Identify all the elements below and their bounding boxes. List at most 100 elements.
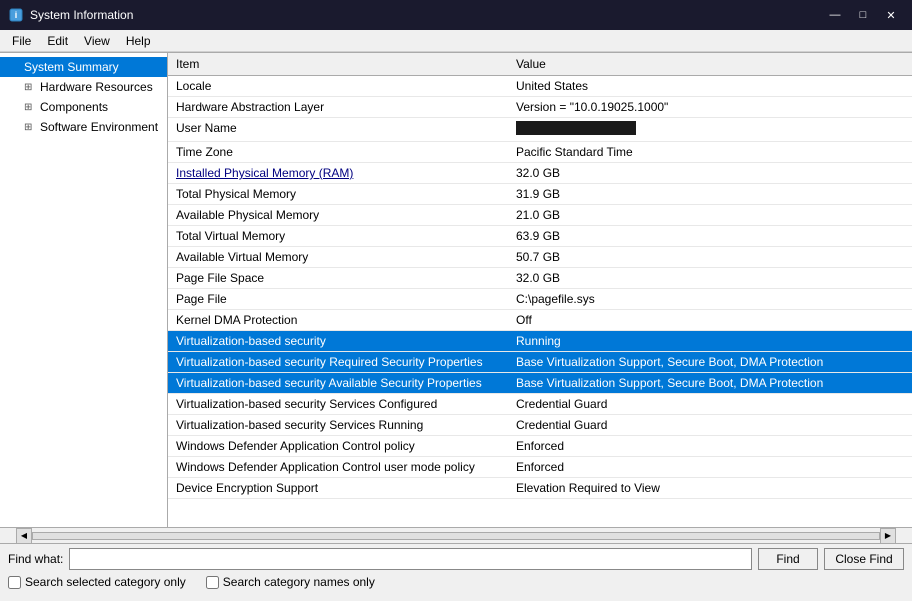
table-row[interactable]: Page FileC:\pagefile.sys [168,289,912,310]
table-row[interactable]: Available Physical Memory21.0 GB [168,205,912,226]
checkbox-search-selected-label: Search selected category only [25,575,186,589]
menu-help[interactable]: Help [118,32,159,50]
find-row: Find what: Find Close Find [8,548,904,570]
table-cell-item: Total Physical Memory [168,184,508,205]
data-table: Item Value LocaleUnited StatesHardware A… [168,53,912,499]
table-row[interactable]: Kernel DMA ProtectionOff [168,310,912,331]
table-cell-value: Credential Guard [508,415,912,436]
table-row[interactable]: Windows Defender Application Control use… [168,457,912,478]
table-cell-item: Virtualization-based security Services R… [168,415,508,436]
table-cell-value: Enforced [508,436,912,457]
horizontal-scrollbar[interactable]: ◀ ▶ [0,527,912,543]
checkbox-search-selected-input[interactable] [8,576,21,589]
tree-label-software-environment: Software Environment [40,120,158,134]
table-cell-value: Enforced [508,457,912,478]
find-input[interactable] [69,548,752,570]
table-cell-value: 50.7 GB [508,247,912,268]
table-cell-value: United States [508,76,912,97]
find-button[interactable]: Find [758,548,818,570]
table-row[interactable]: Device Encryption SupportElevation Requi… [168,478,912,499]
table-row[interactable]: Page File Space32.0 GB [168,268,912,289]
table-cell-item: Device Encryption Support [168,478,508,499]
maximize-button[interactable]: □ [850,5,876,25]
redacted-value [516,121,636,135]
table-cell-item: User Name [168,118,508,142]
menu-view[interactable]: View [76,32,118,50]
scroll-left-button[interactable]: ◀ [16,528,32,544]
table-row[interactable]: Available Virtual Memory50.7 GB [168,247,912,268]
menu-bar: File Edit View Help [0,30,912,52]
table-row[interactable]: Virtualization-based security Required S… [168,352,912,373]
table-cell-value: 32.0 GB [508,268,912,289]
expander-software-environment: ⊞ [24,122,40,133]
checkbox-search-category-names-label: Search category names only [223,575,375,589]
main-content: System Summary ⊞ Hardware Resources ⊞ Co… [0,52,912,527]
table-row[interactable]: Virtualization-based securityRunning [168,331,912,352]
minimize-button[interactable]: — [822,5,848,25]
table-row[interactable]: Total Virtual Memory63.9 GB [168,226,912,247]
column-header-item: Item [168,53,508,76]
table-cell-item: Available Virtual Memory [168,247,508,268]
tree-label-components: Components [40,100,108,114]
table-cell-item: Time Zone [168,142,508,163]
table-cell-value: Base Virtualization Support, Secure Boot… [508,373,912,394]
table-cell-item: Hardware Abstraction Layer [168,97,508,118]
scroll-right-button[interactable]: ▶ [880,528,896,544]
menu-edit[interactable]: Edit [39,32,76,50]
table-cell-item: Virtualization-based security Available … [168,373,508,394]
expander-components: ⊞ [24,102,40,113]
table-row[interactable]: Virtualization-based security Services R… [168,415,912,436]
table-row[interactable]: Time ZonePacific Standard Time [168,142,912,163]
tree-item-system-summary[interactable]: System Summary [0,57,167,77]
tree-label-hardware-resources: Hardware Resources [40,80,153,94]
table-cell-item: Locale [168,76,508,97]
table-cell-item: Virtualization-based security [168,331,508,352]
checkbox-row: Search selected category only Search cat… [8,575,904,589]
table-row[interactable]: Windows Defender Application Control pol… [168,436,912,457]
scrollbar-track[interactable] [32,532,880,540]
table-row[interactable]: Total Physical Memory31.9 GB [168,184,912,205]
tree-panel: System Summary ⊞ Hardware Resources ⊞ Co… [0,53,168,527]
table-cell-value: C:\pagefile.sys [508,289,912,310]
title-bar: i System Information — □ ✕ [0,0,912,30]
bottom-panel: Find what: Find Close Find Search select… [0,543,912,601]
svg-text:i: i [15,10,18,20]
table-cell-item: Kernel DMA Protection [168,310,508,331]
table-cell-value: 31.9 GB [508,184,912,205]
tree-item-software-environment[interactable]: ⊞ Software Environment [0,117,167,137]
table-cell-value: Credential Guard [508,394,912,415]
checkbox-search-category-names-input[interactable] [206,576,219,589]
tree-item-hardware-resources[interactable]: ⊞ Hardware Resources [0,77,167,97]
close-button[interactable]: ✕ [878,5,904,25]
table-cell-item: Page File Space [168,268,508,289]
table-cell-item: Installed Physical Memory (RAM) [168,163,508,184]
app-icon: i [8,7,24,23]
table-cell-item: Total Virtual Memory [168,226,508,247]
checkbox-search-category-names[interactable]: Search category names only [206,575,375,589]
table-row[interactable]: Virtualization-based security Available … [168,373,912,394]
checkbox-search-selected[interactable]: Search selected category only [8,575,186,589]
table-cell-value: Pacific Standard Time [508,142,912,163]
table-cell-item: Virtualization-based security Services C… [168,394,508,415]
table-cell-value: Running [508,331,912,352]
table-cell-value: 21.0 GB [508,205,912,226]
table-cell-value [508,118,912,142]
table-row[interactable]: Hardware Abstraction LayerVersion = "10.… [168,97,912,118]
window-controls: — □ ✕ [822,5,904,25]
find-label: Find what: [8,552,63,566]
table-cell-value: Elevation Required to View [508,478,912,499]
tree-item-components[interactable]: ⊞ Components [0,97,167,117]
column-header-value: Value [508,53,912,76]
tree-label-system-summary: System Summary [24,60,119,74]
table-row[interactable]: Virtualization-based security Services C… [168,394,912,415]
table-cell-value: Base Virtualization Support, Secure Boot… [508,352,912,373]
table-row[interactable]: User Name [168,118,912,142]
data-panel[interactable]: Item Value LocaleUnited StatesHardware A… [168,53,912,527]
table-cell-value: 63.9 GB [508,226,912,247]
table-row[interactable]: Installed Physical Memory (RAM)32.0 GB [168,163,912,184]
table-cell-value: Off [508,310,912,331]
close-find-button[interactable]: Close Find [824,548,904,570]
menu-file[interactable]: File [4,32,39,50]
table-row[interactable]: LocaleUnited States [168,76,912,97]
table-cell-item: Available Physical Memory [168,205,508,226]
